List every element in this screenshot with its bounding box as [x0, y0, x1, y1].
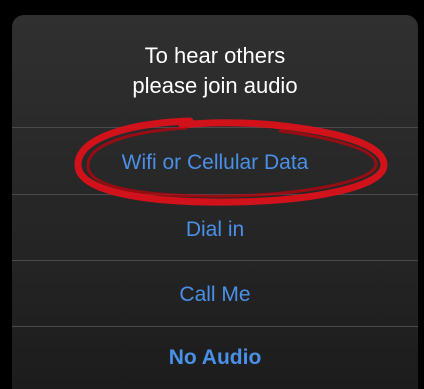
dialog-title-line-2: please join audio — [132, 73, 298, 98]
dialog-title: To hear others please join audio — [12, 41, 418, 101]
divider — [12, 260, 418, 261]
join-audio-sheet: To hear others please join audio Wifi or… — [12, 15, 418, 389]
divider — [12, 194, 418, 195]
divider — [12, 326, 418, 327]
divider — [12, 127, 418, 128]
wifi-or-cellular-data-option[interactable]: Wifi or Cellular Data — [12, 151, 418, 175]
dialog-title-line-1: To hear others — [144, 43, 286, 68]
dial-in-option[interactable]: Dial in — [12, 218, 418, 242]
no-audio-option[interactable]: No Audio — [12, 346, 418, 370]
screenshot-frame: To hear others please join audio Wifi or… — [0, 0, 424, 389]
call-me-option[interactable]: Call Me — [12, 283, 418, 307]
